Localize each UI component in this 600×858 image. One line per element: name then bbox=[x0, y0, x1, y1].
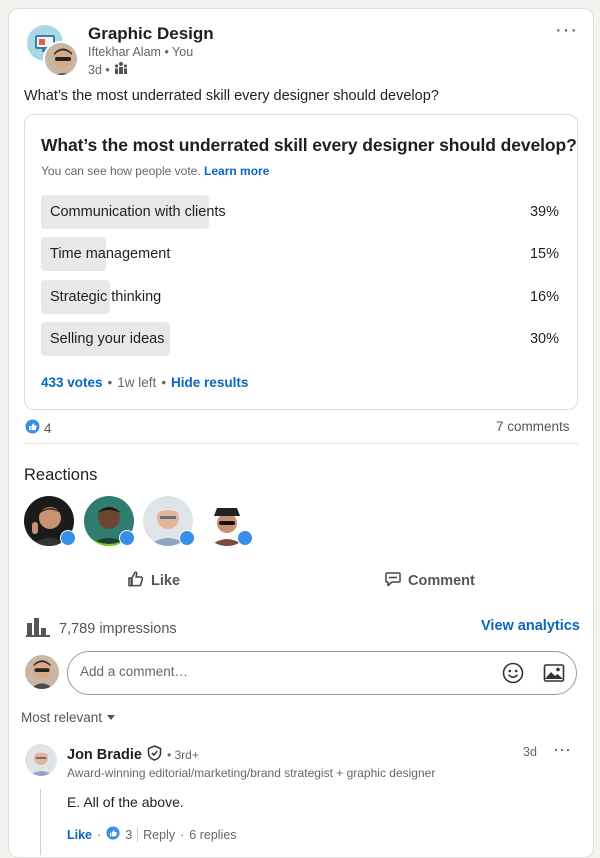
poll-option-label: Communication with clients bbox=[50, 204, 226, 220]
sort-dropdown[interactable]: Most relevant bbox=[21, 710, 116, 725]
poll-option[interactable]: Selling your ideas 30% bbox=[41, 322, 559, 356]
poll-option[interactable]: Communication with clients 39% bbox=[41, 195, 559, 229]
image-icon[interactable] bbox=[543, 662, 565, 689]
poll-footer: 433 votes • 1w left • Hide results bbox=[41, 375, 249, 390]
poll: What’s the most underrated skill every d… bbox=[24, 114, 578, 410]
poll-question: What’s the most underrated skill every d… bbox=[41, 135, 577, 155]
caret-down-icon bbox=[106, 710, 116, 725]
poll-option[interactable]: Time management 15% bbox=[41, 237, 559, 271]
comment-label: Comment bbox=[408, 573, 475, 589]
post-age: 3d • bbox=[88, 62, 110, 77]
replies-count[interactable]: 6 replies bbox=[189, 828, 236, 842]
impressions[interactable]: 7,789 impressions bbox=[26, 617, 177, 641]
poll-option-label: Strategic thinking bbox=[50, 289, 162, 305]
thumbs-up-icon bbox=[127, 570, 145, 592]
poll-option-percent: 15% bbox=[529, 246, 559, 262]
author-name[interactable]: Iftekhar Alam bbox=[88, 45, 161, 59]
poll-option-percent: 39% bbox=[529, 204, 559, 220]
more-options-icon[interactable]: ··· bbox=[555, 19, 578, 42]
group-visibility-icon bbox=[114, 61, 128, 78]
like-button[interactable]: Like bbox=[127, 570, 180, 592]
reaction-count-text: 4 bbox=[44, 420, 52, 436]
poll-option-percent: 16% bbox=[529, 289, 559, 305]
like-reaction-icon bbox=[25, 419, 40, 437]
commenter-headline: Award-winning editorial/marketing/brand … bbox=[67, 766, 436, 780]
post-meta: 3d • bbox=[88, 61, 128, 78]
thread-line bbox=[40, 789, 41, 855]
comment-actions: Like · 3 Reply · 6 replies bbox=[67, 826, 237, 843]
like-badge-icon bbox=[179, 530, 195, 546]
divider bbox=[24, 443, 578, 444]
emoji-icon[interactable] bbox=[502, 662, 524, 689]
poll-note-text: You can see how people vote. bbox=[41, 164, 201, 178]
hide-results-link[interactable]: Hide results bbox=[171, 375, 248, 390]
author-avatar[interactable] bbox=[43, 41, 79, 77]
votes-link[interactable]: 433 votes bbox=[41, 375, 103, 390]
comment-input[interactable] bbox=[80, 664, 480, 679]
like-badge-icon bbox=[60, 530, 76, 546]
author-suffix: • You bbox=[164, 45, 194, 59]
comment-like-count[interactable]: 3 bbox=[125, 828, 132, 842]
post-text: What’s the most underrated skill every d… bbox=[24, 88, 439, 104]
reactions-title: Reactions bbox=[24, 466, 98, 484]
view-analytics-link[interactable]: View analytics bbox=[481, 618, 580, 634]
reply-button[interactable]: Reply bbox=[143, 828, 175, 842]
poll-option-label: Time management bbox=[50, 246, 171, 262]
comment-like-button[interactable]: Like bbox=[67, 828, 92, 842]
connection-degree: • 3rd+ bbox=[166, 748, 199, 762]
comment-box bbox=[67, 651, 577, 695]
time-left: 1w left bbox=[117, 375, 157, 390]
poll-option-percent: 30% bbox=[529, 331, 559, 347]
comment-more-icon[interactable]: ··· bbox=[553, 739, 571, 760]
like-label: Like bbox=[151, 573, 181, 589]
group-name[interactable]: Graphic Design bbox=[88, 24, 214, 44]
like-reaction-icon bbox=[106, 826, 120, 843]
author-line: Iftekhar Alam • You bbox=[88, 45, 193, 59]
comment-text: E. All of the above. bbox=[67, 794, 184, 810]
commenter-avatar[interactable] bbox=[25, 744, 57, 776]
poll-note: You can see how people vote. Learn more bbox=[41, 164, 269, 178]
like-badge-icon bbox=[237, 530, 253, 546]
commenter-name[interactable]: Jon Bradie bbox=[67, 747, 142, 763]
commenter-name-line: Jon Bradie • 3rd+ bbox=[67, 745, 199, 765]
comments-count[interactable]: 7 comments bbox=[496, 419, 570, 434]
poll-option-label: Selling your ideas bbox=[50, 331, 165, 347]
like-badge-icon bbox=[119, 530, 135, 546]
current-user-avatar bbox=[25, 655, 59, 689]
bar-chart-icon bbox=[26, 617, 50, 641]
impressions-text: 7,789 impressions bbox=[59, 621, 177, 637]
reaction-count[interactable]: 4 bbox=[25, 419, 52, 437]
sort-label: Most relevant bbox=[21, 710, 103, 725]
learn-more-link[interactable]: Learn more bbox=[204, 164, 269, 178]
comment-button[interactable]: Comment bbox=[384, 570, 475, 592]
verified-shield-icon bbox=[147, 745, 162, 765]
comment-time: 3d bbox=[523, 745, 537, 759]
comment-icon bbox=[384, 570, 402, 592]
post-card: Graphic Design Iftekhar Alam • You 3d • … bbox=[8, 8, 594, 858]
poll-option[interactable]: Strategic thinking 16% bbox=[41, 280, 559, 314]
